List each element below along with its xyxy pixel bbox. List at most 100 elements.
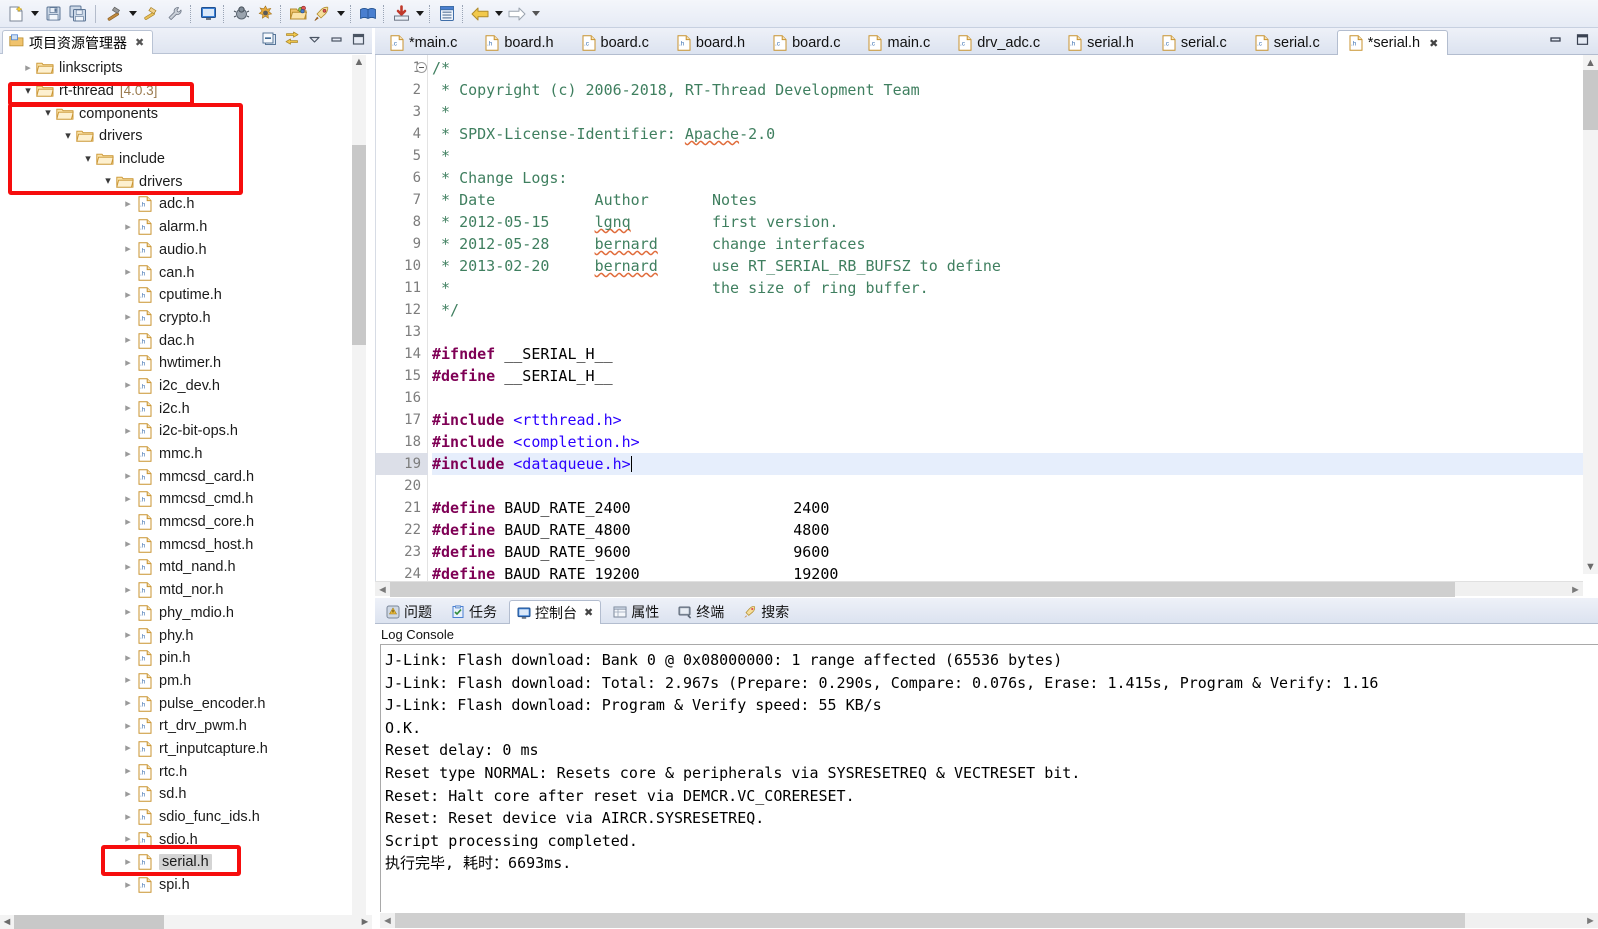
tree-item-dac-h[interactable]: ▸ .h dac.h <box>0 329 352 352</box>
tree-item-serial-h[interactable]: ▸ .h serial.h <box>0 851 352 874</box>
code-line[interactable]: #ifndef __SERIAL_H__ <box>432 343 1598 365</box>
tree-item-mmcsd-host-h[interactable]: ▸ .h mmcsd_host.h <box>0 533 352 556</box>
chevron-right-icon[interactable]: ▸ <box>120 335 136 346</box>
scroll-up-icon[interactable]: ▲ <box>1583 55 1598 70</box>
scroll-thumb[interactable] <box>1583 70 1598 130</box>
code-line[interactable]: * 2012-05-15 lgnq first version. <box>432 211 1598 233</box>
scroll-up-icon[interactable]: ▲ <box>352 55 366 69</box>
chevron-right-icon[interactable]: ▸ <box>120 743 136 754</box>
tree-item-drivers[interactable]: ▾ drivers <box>0 125 352 148</box>
tree-item-rt-drv-pwm-h[interactable]: ▸ .h rt_drv_pwm.h <box>0 715 352 738</box>
chevron-right-icon[interactable]: ▸ <box>120 244 136 255</box>
code-line[interactable]: */ <box>432 299 1598 321</box>
editor-tab-serial-h[interactable]: .h serial.h <box>1057 30 1143 55</box>
code-line[interactable]: * Copyright (c) 2006-2018, RT-Thread Dev… <box>432 79 1598 101</box>
console-tab-console[interactable]: 控制台 ✖ <box>509 600 602 624</box>
chevron-right-icon[interactable]: ▸ <box>120 607 136 618</box>
tree-item-pm-h[interactable]: ▸ .h pm.h <box>0 670 352 693</box>
tree-item-adc-h[interactable]: ▸ .h adc.h <box>0 193 352 216</box>
tree-item-rt-thread[interactable]: ▾ rt-thread [4.0.3] <box>0 80 352 103</box>
tree-item-cputime-h[interactable]: ▸ .h cputime.h <box>0 284 352 307</box>
code-line[interactable] <box>432 475 1598 497</box>
console-tab-tasks[interactable]: 任务 <box>444 600 504 624</box>
chevron-right-icon[interactable]: ▸ <box>120 516 136 528</box>
editor-tab-board-c[interactable]: .c board.c <box>762 30 849 55</box>
scroll-left-icon[interactable]: ◄ <box>380 913 395 928</box>
project-tree-vscrollbar[interactable]: ▲ ▼ <box>352 55 366 929</box>
close-icon[interactable]: ✖ <box>135 36 144 49</box>
scroll-right-icon[interactable]: ► <box>1568 582 1583 597</box>
tree-item-i2c-bit-ops-h[interactable]: ▸ .h i2c-bit-ops.h <box>0 420 352 443</box>
console-hscrollbar[interactable]: ◄ ► <box>380 913 1598 928</box>
editor-tab-serial-c[interactable]: .c serial.c <box>1151 30 1236 55</box>
clean-wrench-icon[interactable] <box>163 2 187 26</box>
chevron-right-icon[interactable]: ▸ <box>120 267 136 278</box>
code-line[interactable]: #define BAUD_RATE_2400 2400 <box>432 497 1598 519</box>
tree-item-mmcsd-cmd-h[interactable]: ▸ .h mmcsd_cmd.h <box>0 488 352 511</box>
open-resource-icon[interactable] <box>286 2 310 26</box>
build-dropdown-arrow[interactable] <box>126 3 139 25</box>
tree-item-crypto-h[interactable]: ▸ .h crypto.h <box>0 307 352 330</box>
tree-item-i2c-dev-h[interactable]: ▸ .h i2c_dev.h <box>0 375 352 398</box>
code-line[interactable]: #define BAUD_RATE_9600 9600 <box>432 541 1598 563</box>
tree-item-include[interactable]: ▾ include <box>0 148 352 171</box>
code-editor[interactable]: 123456789101112131415161718192021222324 … <box>375 55 1598 596</box>
scroll-right-icon[interactable]: ► <box>358 915 372 929</box>
code-line[interactable]: * <box>432 145 1598 167</box>
tree-item-mmcsd-core-h[interactable]: ▸ .h mmcsd_core.h <box>0 511 352 534</box>
chevron-right-icon[interactable]: ▸ <box>120 584 136 596</box>
tree-item-phy-h[interactable]: ▸ .h phy.h <box>0 624 352 647</box>
scroll-thumb-h[interactable] <box>14 915 164 929</box>
save-icon[interactable] <box>41 2 65 26</box>
code-line[interactable]: #define __SERIAL_H__ <box>432 365 1598 387</box>
debug-beetle-icon[interactable] <box>253 2 277 26</box>
code-line[interactable] <box>432 387 1598 409</box>
tree-item-spi-h[interactable]: ▸ .h spi.h <box>0 874 352 897</box>
tree-item-sdio-h[interactable]: ▸ .h sdio.h <box>0 828 352 851</box>
view-menu-icon[interactable] <box>307 32 322 49</box>
scroll-thumb-h[interactable] <box>395 913 1465 928</box>
tree-item-components[interactable]: ▾ components <box>0 102 352 125</box>
chevron-right-icon[interactable]: ▸ <box>120 766 136 777</box>
code-line[interactable]: * Date Author Notes <box>432 189 1598 211</box>
tree-item-linkscripts[interactable]: ▸ linkscripts <box>0 57 352 80</box>
console-tab-search[interactable]: 搜索 <box>736 600 796 624</box>
tree-item-rtc-h[interactable]: ▸ .h rtc.h <box>0 760 352 783</box>
close-icon[interactable]: ✖ <box>584 606 593 619</box>
chevron-right-icon[interactable]: ▸ <box>120 652 136 664</box>
code-line[interactable]: #include <rtthread.h> <box>432 409 1598 431</box>
chevron-right-icon[interactable]: ▸ <box>120 289 136 301</box>
forward-arrow-icon[interactable] <box>505 2 529 26</box>
tab-project-explorer[interactable]: 项目资源管理器 ✖ <box>2 30 154 54</box>
code-line[interactable]: * <box>432 101 1598 123</box>
chevron-right-icon[interactable]: ▸ <box>120 834 136 845</box>
chevron-right-icon[interactable]: ▸ <box>120 357 136 369</box>
tree-item-mtd-nor-h[interactable]: ▸ .h mtd_nor.h <box>0 579 352 602</box>
console-tab-problems[interactable]: 问题 <box>379 600 439 624</box>
scroll-thumb[interactable] <box>352 145 366 345</box>
scroll-down-icon[interactable]: ▼ <box>1583 559 1598 574</box>
code-line[interactable]: * 2013-02-20 bernard use RT_SERIAL_RB_BU… <box>432 255 1598 277</box>
editor-tab-drv-adc-c[interactable]: .c drv_adc.c <box>947 30 1049 55</box>
tree-item-mmcsd-card-h[interactable]: ▸ .h mmcsd_card.h <box>0 465 352 488</box>
download-dropdown-arrow[interactable] <box>413 3 426 25</box>
tree-item-can-h[interactable]: ▸ .h can.h <box>0 261 352 284</box>
package-icon[interactable] <box>435 2 459 26</box>
chevron-right-icon[interactable]: ▸ <box>120 698 136 709</box>
code-line[interactable]: * Change Logs: <box>432 167 1598 189</box>
close-icon[interactable]: ✖ <box>1429 37 1438 50</box>
chevron-right-icon[interactable]: ▸ <box>120 221 136 233</box>
code-line[interactable] <box>432 321 1598 343</box>
new-file-icon[interactable] <box>4 2 28 26</box>
tree-item-rt-inputcapture-h[interactable]: ▸ .h rt_inputcapture.h <box>0 738 352 761</box>
console-tab-terminal[interactable]: 终端 <box>671 600 731 624</box>
chevron-down-icon[interactable]: ▾ <box>20 85 36 97</box>
link-with-editor-icon[interactable] <box>284 31 300 49</box>
back-arrow-icon[interactable] <box>468 2 492 26</box>
forward-dropdown-arrow[interactable] <box>529 3 542 25</box>
back-dropdown-arrow[interactable] <box>492 3 505 25</box>
chevron-right-icon[interactable]: ▸ <box>120 788 136 800</box>
editor-tab-main-c[interactable]: .c main.c <box>857 30 939 55</box>
editor-gutter[interactable]: 123456789101112131415161718192021222324 <box>376 55 428 596</box>
minimize-icon[interactable] <box>329 32 344 49</box>
